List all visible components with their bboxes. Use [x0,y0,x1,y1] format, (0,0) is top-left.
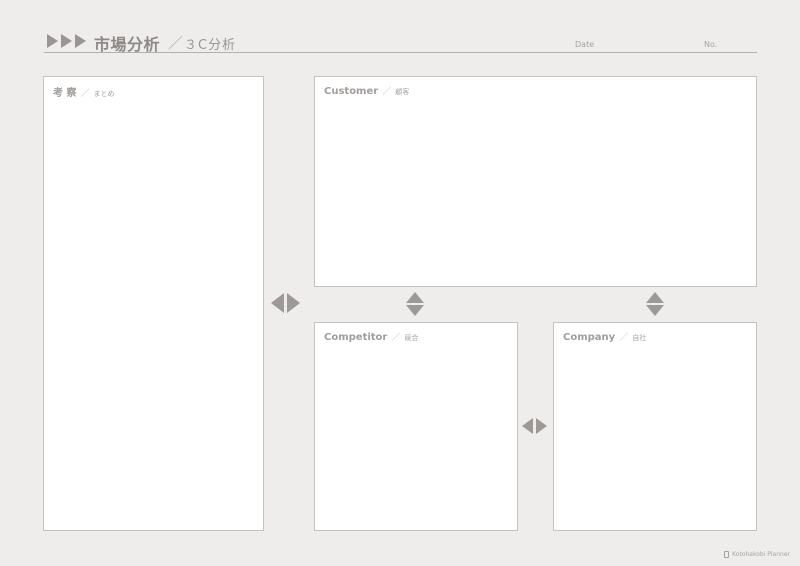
triangle-right-icon [47,34,58,48]
header-divider [44,52,757,53]
label-separator: ／ [80,89,90,99]
label-separator: ／ [391,333,401,343]
left-right-arrow-icon [522,418,547,434]
company-subtitle: 自社 [632,334,647,342]
company-title: Company [563,332,616,343]
customer-box-label: Customer ／ 顧客 [324,84,409,97]
label-separator: ／ [619,333,629,343]
triangle-up-icon [646,292,664,303]
customer-box[interactable]: Customer ／ 顧客 [314,76,757,287]
page-subtitle: ３C分析 [184,38,237,53]
competitor-subtitle: 競合 [404,334,419,342]
triangle-left-icon [522,418,533,434]
triangle-down-icon [406,305,424,316]
company-box[interactable]: Company ／ 自社 [553,322,757,531]
triangle-up-icon [406,292,424,303]
triangle-right-icon [287,293,300,313]
title-separator: ／ [168,34,184,52]
summary-box-label: 考 察 ／ まとめ [53,84,115,99]
competitor-box[interactable]: Competitor ／ 競合 [314,322,518,531]
brand-name: Kotohakobi Planner [732,551,790,558]
competitor-box-label: Competitor ／ 競合 [324,330,418,343]
competitor-title: Competitor [324,332,388,343]
triangle-right-icon [61,34,72,48]
left-right-arrow-icon [271,293,300,313]
customer-title: Customer [324,86,379,97]
page-header: 市場分析 ／ ３C分析 Date No. [44,30,756,54]
summary-title: 考 察 [53,88,77,99]
brand-footer: Kotohakobi Planner [724,551,790,558]
up-down-arrow-icon [406,292,424,316]
date-label: Date [575,40,595,49]
triangle-right-icon [75,34,86,48]
company-box-label: Company ／ 自社 [563,330,646,343]
label-separator: ／ [382,87,392,97]
number-label: No. [704,40,718,49]
notebook-icon [724,551,730,558]
summary-box[interactable]: 考 察 ／ まとめ [43,76,264,531]
summary-subtitle: まとめ [93,90,115,98]
triangle-left-icon [271,293,284,313]
triangle-right-icon [536,418,547,434]
customer-subtitle: 顧客 [395,88,410,96]
header-arrows-icon [47,34,86,48]
triangle-down-icon [646,305,664,316]
up-down-arrow-icon [646,292,664,316]
